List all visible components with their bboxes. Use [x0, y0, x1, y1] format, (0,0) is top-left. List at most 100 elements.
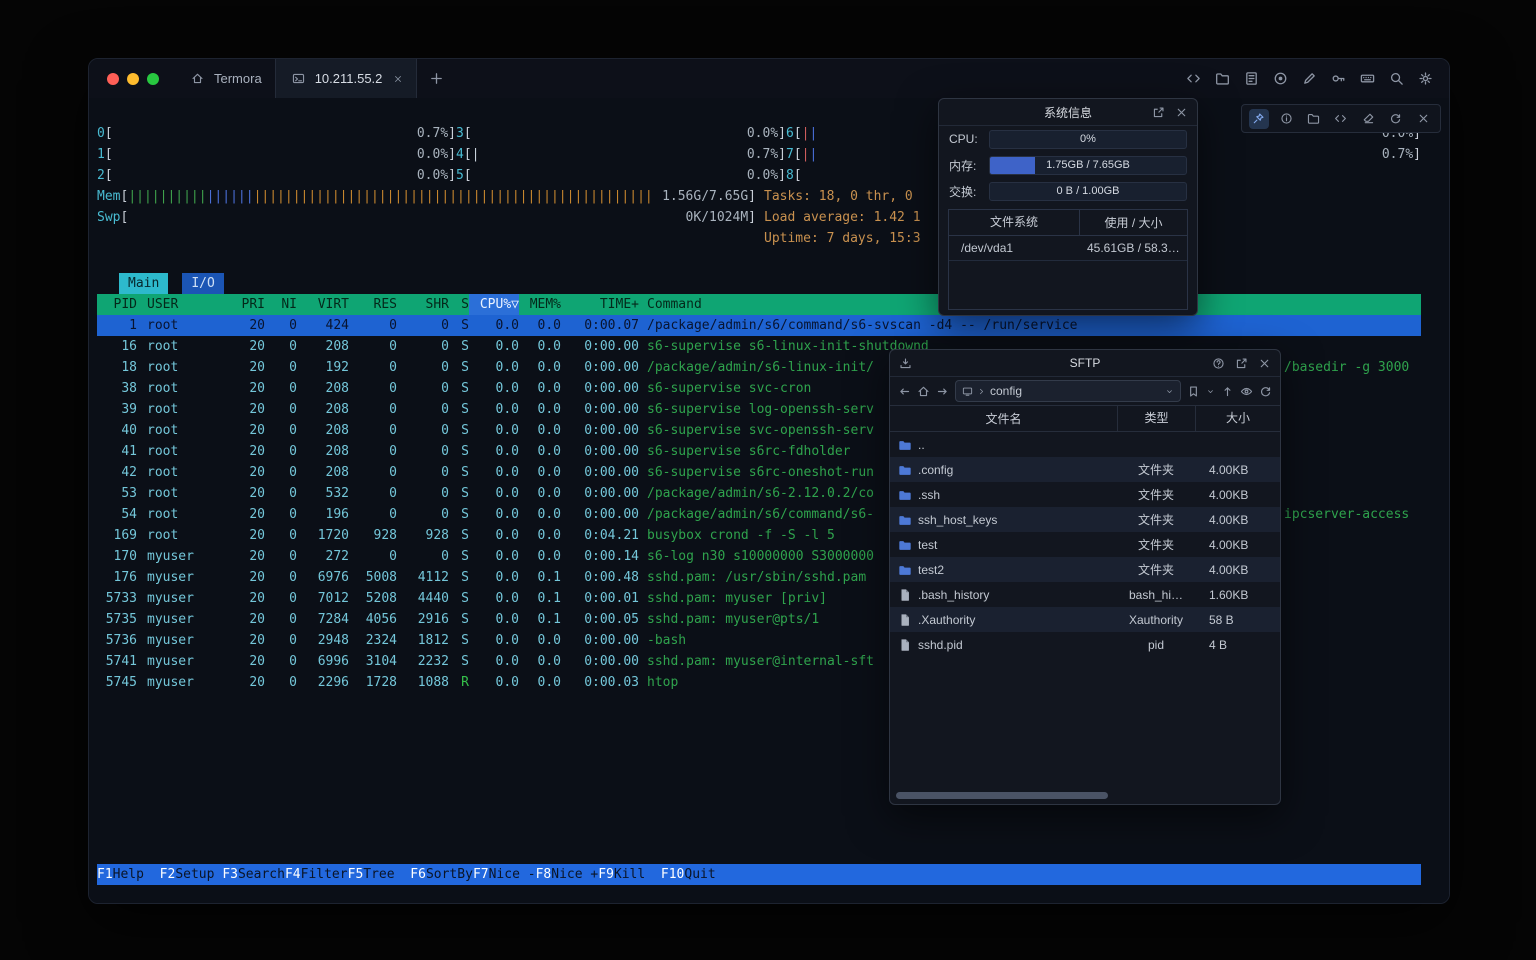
- col-time[interactable]: TIME+: [561, 294, 639, 315]
- bookmark-button[interactable]: [1187, 385, 1200, 398]
- tab-session[interactable]: 10.211.55.2: [275, 59, 418, 98]
- zoom-window-button[interactable]: [147, 73, 159, 85]
- tab-home[interactable]: Termora: [175, 59, 275, 98]
- col-filetype[interactable]: 类型: [1117, 406, 1195, 431]
- help-icon[interactable]: [1212, 357, 1225, 370]
- external-link-icon[interactable]: [1235, 357, 1248, 370]
- forward-button[interactable]: [936, 385, 949, 398]
- sftp-title-icons: [1212, 357, 1271, 370]
- path-breadcrumb[interactable]: config: [955, 380, 1181, 402]
- col-pid[interactable]: PID: [97, 294, 137, 315]
- col-res[interactable]: RES: [349, 294, 397, 315]
- col-user[interactable]: USER: [137, 294, 217, 315]
- back-button[interactable]: [898, 385, 911, 398]
- pin-icon[interactable]: [1249, 109, 1269, 129]
- metric-row: 交换:0 B / 1.00GB: [939, 178, 1197, 204]
- sftp-row-ssh_host_keys[interactable]: ssh_host_keys文件夹4.00KB: [890, 507, 1280, 532]
- fkey-label-F1[interactable]: Help: [113, 864, 160, 885]
- info-icon[interactable]: [1276, 109, 1296, 129]
- htop-tab-main[interactable]: Main: [119, 273, 168, 294]
- sftp-row-sshd.pid[interactable]: sshd.pidpid4 B: [890, 632, 1280, 657]
- parent-directory-button[interactable]: [1221, 385, 1234, 398]
- code-icon[interactable]: [1184, 69, 1203, 88]
- sftp-row-.bash_history[interactable]: .bash_historybash_hi…1.60KB: [890, 582, 1280, 607]
- sftp-row-.config[interactable]: .config文件夹4.00KB: [890, 457, 1280, 482]
- search-icon[interactable]: [1387, 69, 1406, 88]
- fkey-label-F3[interactable]: Search: [238, 864, 285, 885]
- keyboard-icon[interactable]: [1358, 69, 1377, 88]
- metric-value: 0 B / 1.00GB: [990, 183, 1186, 200]
- bookmark-dropdown-icon[interactable]: [1206, 387, 1215, 396]
- col-pri[interactable]: PRI: [217, 294, 265, 315]
- close-tab-icon[interactable]: [393, 74, 403, 84]
- metric-bar: 1.75GB / 7.65GB: [989, 156, 1187, 175]
- col-shr[interactable]: SHR: [397, 294, 449, 315]
- close-window-button[interactable]: [107, 73, 119, 85]
- external-link-icon[interactable]: [1152, 106, 1165, 119]
- fs-col-name: 文件系统: [949, 210, 1080, 235]
- htop-tab-io[interactable]: I/O: [182, 273, 223, 294]
- col-filesize[interactable]: 大小: [1195, 406, 1280, 431]
- chevron-right-icon: [977, 387, 986, 396]
- col-virt[interactable]: VIRT: [297, 294, 349, 315]
- close-icon[interactable]: [1175, 106, 1188, 119]
- metric-row: 内存:1.75GB / 7.65GB: [939, 152, 1197, 178]
- record-icon[interactable]: [1271, 69, 1290, 88]
- refresh-button[interactable]: [1259, 385, 1272, 398]
- key-icon[interactable]: [1329, 69, 1348, 88]
- sftp-row-.Xauthority[interactable]: .XauthorityXauthority58 B: [890, 607, 1280, 632]
- fkey-label-F8[interactable]: Nice +: [551, 864, 598, 885]
- fkey-F10[interactable]: F10: [661, 864, 684, 885]
- horizontal-scrollbar[interactable]: [896, 792, 1108, 799]
- fkey-F8[interactable]: F8: [536, 864, 552, 885]
- col-mem[interactable]: MEM%: [519, 294, 561, 315]
- folder-icon[interactable]: [1213, 69, 1232, 88]
- process-command: /package/admin/s6/command/s6-svscan -d4 …: [639, 315, 1421, 336]
- metric-bar: 0%: [989, 130, 1187, 149]
- fkey-label-F6[interactable]: SortBy: [426, 864, 473, 885]
- home-button[interactable]: [917, 385, 930, 398]
- col-ni[interactable]: NI: [265, 294, 297, 315]
- fkey-F1[interactable]: F1: [97, 864, 113, 885]
- fkey-label-F9[interactable]: Kill: [614, 864, 661, 885]
- process-row-1[interactable]: 1root20042400S0.00.00:00.07/package/admi…: [97, 315, 1421, 336]
- fkey-F2[interactable]: F2: [160, 864, 176, 885]
- fkey-F4[interactable]: F4: [285, 864, 301, 885]
- new-tab-button[interactable]: [427, 69, 446, 88]
- refresh-icon[interactable]: [1386, 109, 1406, 129]
- col-cpu-sorted[interactable]: CPU%▽: [469, 294, 519, 315]
- metric-bar: 0 B / 1.00GB: [989, 182, 1187, 201]
- fkey-F3[interactable]: F3: [222, 864, 238, 885]
- fkey-label-F4[interactable]: Filter: [301, 864, 348, 885]
- fkey-label-F10[interactable]: Quit: [684, 864, 731, 885]
- sort-indicator-icon: ▽: [511, 297, 519, 312]
- download-icon[interactable]: [899, 357, 912, 370]
- fkey-F6[interactable]: F6: [410, 864, 426, 885]
- fkey-label-F7[interactable]: Nice -: [489, 864, 536, 885]
- sftp-row-test[interactable]: test文件夹4.00KB: [890, 532, 1280, 557]
- chevron-down-icon[interactable]: [1165, 387, 1174, 396]
- process-table-header: PID USER PRI NI VIRT RES SHR S CPU%▽ MEM…: [97, 294, 1421, 315]
- sftp-row-test2[interactable]: test2文件夹4.00KB: [890, 557, 1280, 582]
- show-hidden-button[interactable]: [1240, 385, 1253, 398]
- col-state[interactable]: S: [449, 294, 469, 315]
- close-icon[interactable]: [1258, 357, 1271, 370]
- titlebar-toolbar: [1184, 69, 1449, 88]
- fkey-F5[interactable]: F5: [348, 864, 364, 885]
- sftp-row-.ssh[interactable]: .ssh文件夹4.00KB: [890, 482, 1280, 507]
- code-icon[interactable]: [1331, 109, 1351, 129]
- fkey-label-F2[interactable]: Setup: [175, 864, 222, 885]
- col-filename[interactable]: 文件名: [890, 410, 1117, 427]
- minimize-window-button[interactable]: [127, 73, 139, 85]
- file-name: .config: [918, 463, 953, 477]
- fkey-F7[interactable]: F7: [473, 864, 489, 885]
- journal-icon[interactable]: [1242, 69, 1261, 88]
- gear-icon[interactable]: [1416, 69, 1435, 88]
- fkey-label-F5[interactable]: Tree: [363, 864, 410, 885]
- fkey-F9[interactable]: F9: [598, 864, 614, 885]
- eraser-icon[interactable]: [1358, 109, 1378, 129]
- sftp-row-parent[interactable]: ..: [890, 432, 1280, 457]
- pencil-icon[interactable]: [1300, 69, 1319, 88]
- close-icon[interactable]: [1413, 109, 1433, 129]
- folder-icon[interactable]: [1304, 109, 1324, 129]
